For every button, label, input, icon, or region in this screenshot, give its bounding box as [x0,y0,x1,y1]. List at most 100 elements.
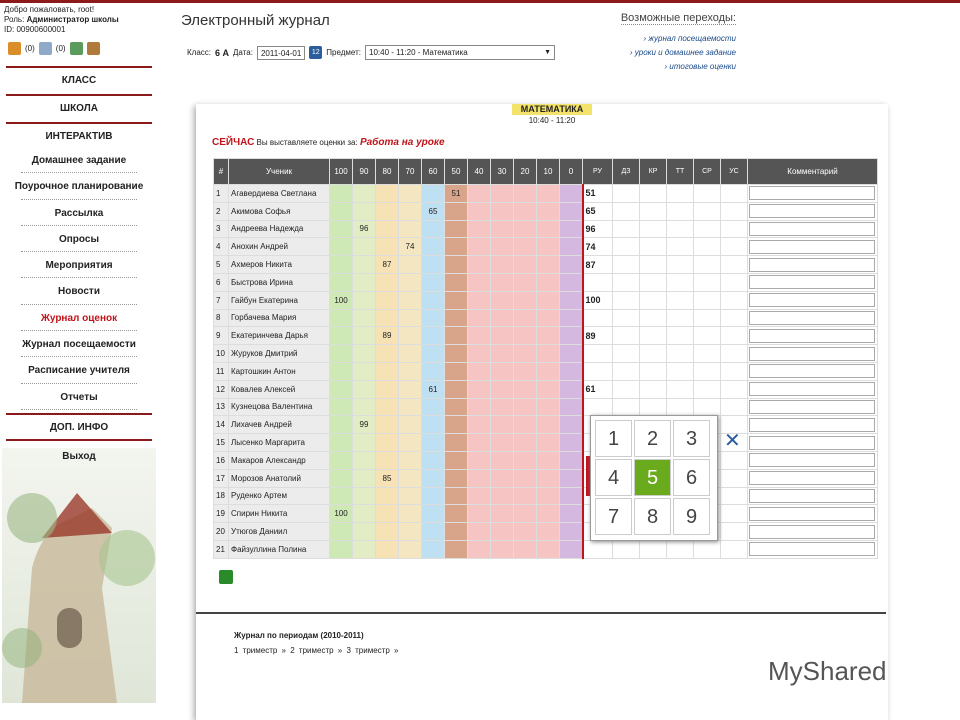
score-cell[interactable] [536,219,560,239]
comment-input[interactable] [749,524,875,539]
score-cell[interactable] [559,379,583,399]
score-cell[interactable] [398,361,422,381]
score-cell[interactable] [513,344,537,363]
score-cell[interactable] [559,415,583,435]
score-cell[interactable] [421,255,445,274]
period-link-1[interactable]: 1 триместр » [234,646,286,655]
score-cell[interactable] [536,415,560,435]
score-cell[interactable] [421,397,445,417]
score-cell[interactable] [559,237,583,257]
score-cell[interactable] [329,201,353,221]
comment-input[interactable] [749,346,875,361]
grade-cell[interactable] [639,361,667,381]
score-cell[interactable] [559,504,583,524]
score-cell[interactable] [536,237,560,257]
score-cell[interactable] [536,290,560,310]
score-cell[interactable] [375,504,399,524]
score-cell[interactable] [536,361,560,381]
grade-cell[interactable] [639,255,667,274]
score-cell[interactable] [398,272,422,292]
score-cell[interactable] [490,450,514,470]
grade-cell[interactable] [693,184,721,203]
score-cell[interactable] [352,344,376,363]
comment-input[interactable] [749,542,875,557]
score-cell[interactable] [352,539,376,559]
save-icon[interactable] [219,570,233,584]
score-cell[interactable] [329,415,353,435]
score-cell[interactable] [559,308,583,328]
score-cell[interactable] [559,397,583,417]
score-cell[interactable] [329,379,353,399]
grade-cell[interactable] [720,201,748,221]
grade-cell[interactable] [612,201,640,221]
score-cell[interactable] [513,308,537,328]
grade-cell[interactable] [693,237,721,257]
score-cell[interactable] [329,468,353,488]
score-cell[interactable] [398,397,422,417]
grade-cell[interactable] [693,219,721,239]
score-cell[interactable] [536,539,560,559]
score-cell[interactable] [352,201,376,221]
score-cell[interactable] [398,326,422,346]
grade-cell[interactable] [612,539,640,559]
menu-header-class[interactable]: КЛАСС [6,66,152,94]
score-cell[interactable]: 100 [329,290,353,310]
score-cell[interactable] [352,468,376,488]
score-cell[interactable] [444,219,468,239]
score-cell[interactable] [467,415,491,435]
score-cell[interactable] [398,539,422,559]
score-cell[interactable] [536,450,560,470]
comment-input[interactable] [749,328,875,343]
grade-cell[interactable] [720,522,748,541]
score-cell[interactable] [375,344,399,363]
grade-cell[interactable] [612,308,640,328]
score-cell[interactable] [467,184,491,203]
score-cell[interactable] [490,415,514,435]
comment-input[interactable] [749,453,875,468]
score-cell[interactable] [444,326,468,346]
score-cell[interactable] [329,433,353,452]
grade-cell[interactable] [666,290,694,310]
score-cell[interactable] [467,379,491,399]
comment-input[interactable] [749,310,875,325]
score-cell[interactable]: 99 [352,415,376,435]
menu-item-homework[interactable]: Домашнее задание [6,150,152,176]
score-cell[interactable] [352,272,376,292]
comment-input[interactable] [749,417,875,432]
score-cell[interactable] [444,468,468,488]
score-cell[interactable] [513,290,537,310]
score-cell[interactable] [536,184,560,203]
score-cell[interactable] [536,326,560,346]
grade-cell[interactable] [612,361,640,381]
keypad-key-5[interactable]: 5 [634,459,671,496]
comment-input[interactable] [749,364,875,379]
close-icon[interactable]: ✕ [724,428,741,453]
score-cell[interactable] [398,433,422,452]
grade-cell[interactable] [693,290,721,310]
score-cell[interactable] [421,219,445,239]
grade-cell[interactable] [639,539,667,559]
grade-cell[interactable] [720,486,748,506]
menu-item-schedule[interactable]: Расписание учителя [6,360,152,386]
menu-item-polls[interactable]: Опросы [6,229,152,255]
score-cell[interactable] [513,539,537,559]
grade-cell-ru[interactable]: 65 [581,201,613,221]
grade-cell[interactable] [612,255,640,274]
score-cell[interactable] [444,433,468,452]
score-cell[interactable] [352,290,376,310]
grade-cell[interactable] [666,184,694,203]
score-cell[interactable] [421,504,445,524]
score-cell[interactable] [559,326,583,346]
score-cell[interactable] [513,326,537,346]
score-cell[interactable] [444,237,468,257]
score-cell[interactable] [421,237,445,257]
grade-cell[interactable] [666,361,694,381]
grade-cell[interactable] [720,450,748,470]
grade-cell[interactable] [720,397,748,417]
menu-header-school[interactable]: ШКОЛА [6,94,152,122]
score-cell[interactable] [467,308,491,328]
score-cell[interactable] [467,272,491,292]
comment-input[interactable] [749,471,875,486]
score-cell[interactable] [559,468,583,488]
score-cell[interactable] [490,522,514,541]
